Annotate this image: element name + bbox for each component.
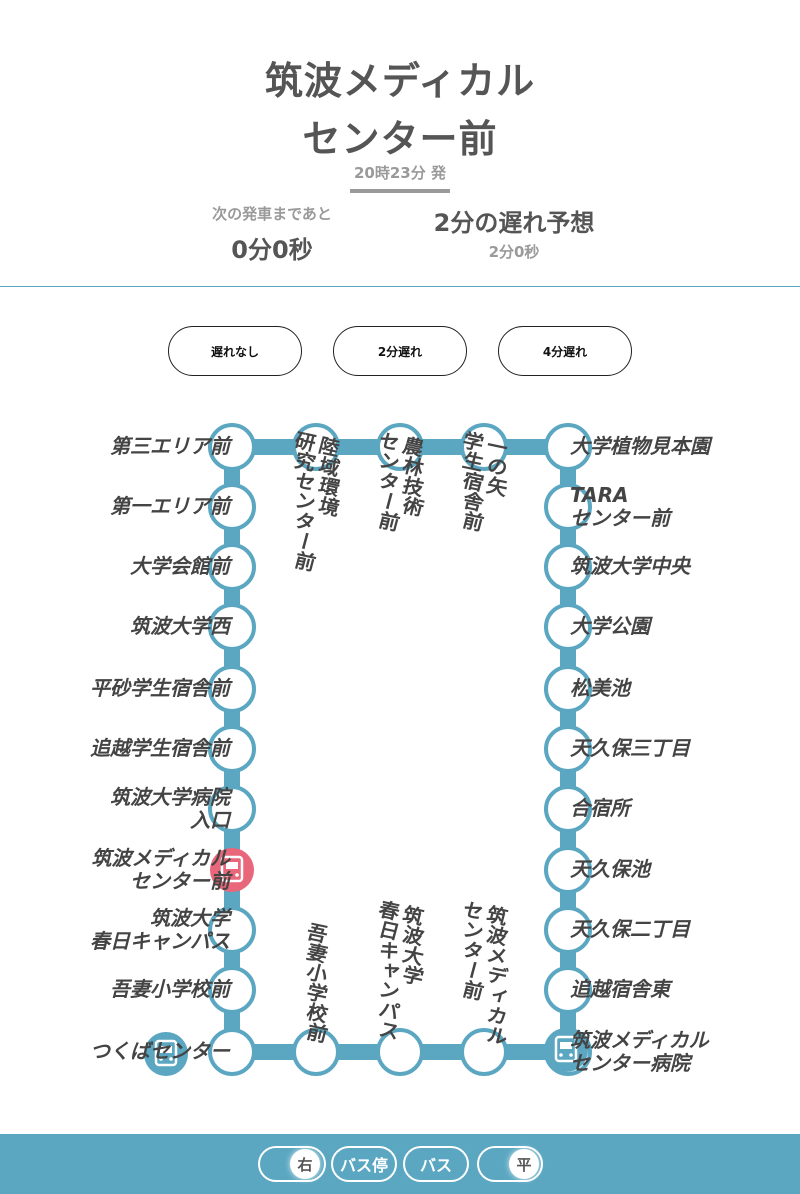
bus-button[interactable]: バス	[403, 1146, 469, 1182]
stop-label-right-5: 天久保三丁目	[570, 736, 690, 760]
stop-label-right-9: 追越宿舎東	[570, 977, 670, 1001]
stop-label-right-4: 松美池	[570, 676, 630, 700]
stop-label-right-1: TARA センター前	[570, 482, 670, 530]
stop-label-top-2: 一の矢 学生宿舎前	[458, 427, 506, 533]
stop-label-left-9: 吾妻小学校前	[110, 977, 230, 1001]
stop-label-top-1: 農林技術 センター前	[374, 427, 422, 533]
stop-label-left-8: 筑波大学 春日キャンパス	[90, 905, 230, 953]
toggle-knob: 右	[290, 1149, 320, 1179]
stop-label-right-2: 筑波大学中央	[570, 554, 690, 578]
stop-label-right-10: 筑波メディカル センター病院	[570, 1027, 709, 1075]
stop-label-left-3: 筑波大学西	[130, 614, 230, 638]
stop-label-bottom-2: 筑波メディカル センター前	[458, 896, 506, 1048]
stop-label-left-1: 第一エリア前	[110, 494, 230, 518]
footer-bar: 右 バス停 バス 平	[0, 1134, 800, 1194]
direction-toggle-left[interactable]: 右	[258, 1146, 326, 1182]
stop-label-right-7: 天久保池	[570, 857, 650, 881]
bus-stop-button[interactable]: バス停	[331, 1146, 397, 1182]
stop-label-left-2: 大学会館前	[130, 554, 230, 578]
stop-label-right-0: 大学植物見本園	[570, 434, 710, 458]
stop-label-top-0: 陸域環境 研究センター前	[290, 427, 338, 573]
stop-label-left-6: 筑波大学病院 入口	[110, 784, 230, 832]
stop-label-right-3: 大学公園	[570, 614, 650, 638]
stop-label-left-7: 筑波メディカル センター前	[91, 845, 230, 893]
stop-label-left-5: 追越学生宿舎前	[90, 736, 230, 760]
stop-label-right-8: 天久保二丁目	[570, 917, 690, 941]
stop-label-right-6: 合宿所	[570, 796, 630, 820]
toggle-knob: 平	[509, 1149, 539, 1179]
direction-toggle-right[interactable]: 平	[477, 1146, 543, 1182]
stop-label-bottom-1: 筑波大学 春日キャンパス	[374, 896, 422, 1042]
stop-label-left-4: 平砂学生宿舎前	[90, 676, 230, 700]
stop-label-left-0: 第三エリア前	[110, 434, 230, 458]
stop-label-left-10: つくばセンター	[90, 1039, 230, 1063]
stop-label-bottom-0: 吾妻小学校前	[302, 919, 326, 1045]
